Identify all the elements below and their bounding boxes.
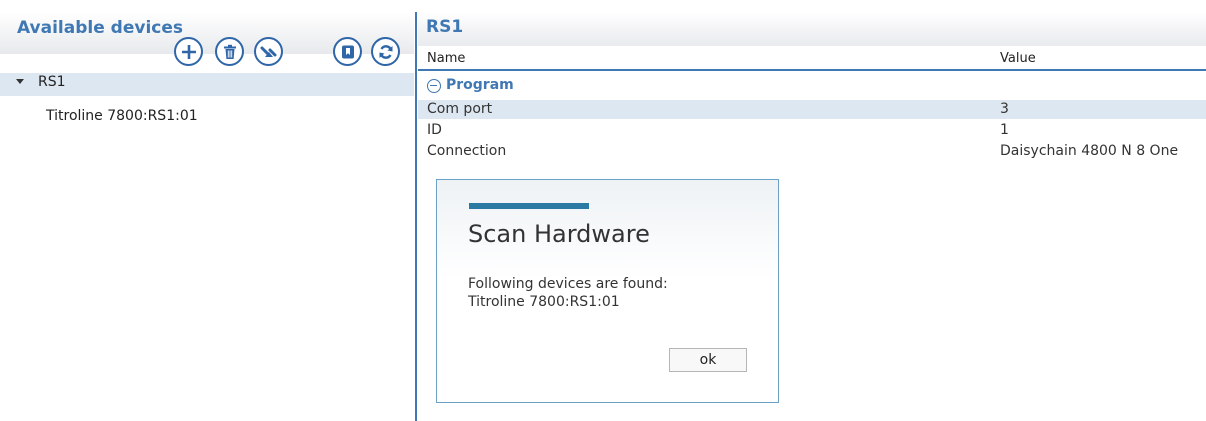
properties-panel-title: RS1 bbox=[426, 17, 464, 37]
panel-splitter[interactable] bbox=[415, 12, 417, 421]
delete-device-button[interactable] bbox=[215, 37, 244, 66]
property-name: Com port bbox=[427, 101, 493, 117]
scan-hardware-dialog: Scan Hardware Following devices are foun… bbox=[436, 179, 779, 403]
dialog-found-device: Titroline 7800:RS1:01 bbox=[468, 294, 620, 310]
bookmark-button[interactable] bbox=[333, 37, 362, 66]
add-device-button[interactable] bbox=[174, 37, 203, 66]
column-header-value[interactable]: Value bbox=[1000, 51, 1036, 66]
group-program[interactable]: Program bbox=[446, 77, 514, 93]
ok-button[interactable]: ok bbox=[669, 348, 747, 372]
add-icon bbox=[181, 44, 196, 59]
property-name: Connection bbox=[427, 143, 507, 159]
devices-panel-title: Available devices bbox=[17, 18, 184, 38]
properties-panel-header bbox=[418, 12, 1206, 46]
column-header-name[interactable]: Name bbox=[427, 51, 465, 66]
dialog-message-line: Following devices are found: bbox=[468, 276, 668, 292]
bookmark-icon bbox=[341, 45, 354, 58]
collapse-minus-icon[interactable] bbox=[427, 79, 441, 93]
property-row-selected[interactable] bbox=[418, 100, 1206, 119]
caret-down-icon[interactable] bbox=[16, 79, 24, 84]
property-value[interactable]: Daisychain 4800 N 8 One bbox=[1000, 143, 1178, 159]
property-name: ID bbox=[427, 122, 442, 138]
column-header-divider bbox=[418, 69, 1206, 71]
tree-item-rs1-label[interactable]: RS1 bbox=[38, 74, 66, 90]
scan-hardware-button[interactable] bbox=[254, 37, 283, 66]
property-value[interactable]: 3 bbox=[1000, 101, 1009, 117]
property-value[interactable]: 1 bbox=[1000, 122, 1009, 138]
dialog-accent-bar bbox=[469, 203, 589, 209]
dialog-title: Scan Hardware bbox=[468, 220, 650, 248]
scan-icon bbox=[260, 46, 276, 57]
refresh-icon bbox=[379, 44, 392, 59]
dialog-message: Following devices are found: Titroline 7… bbox=[468, 275, 668, 311]
tree-item-titroline[interactable]: Titroline 7800:RS1:01 bbox=[46, 108, 198, 124]
trash-icon bbox=[223, 44, 236, 59]
refresh-button[interactable] bbox=[371, 37, 400, 66]
